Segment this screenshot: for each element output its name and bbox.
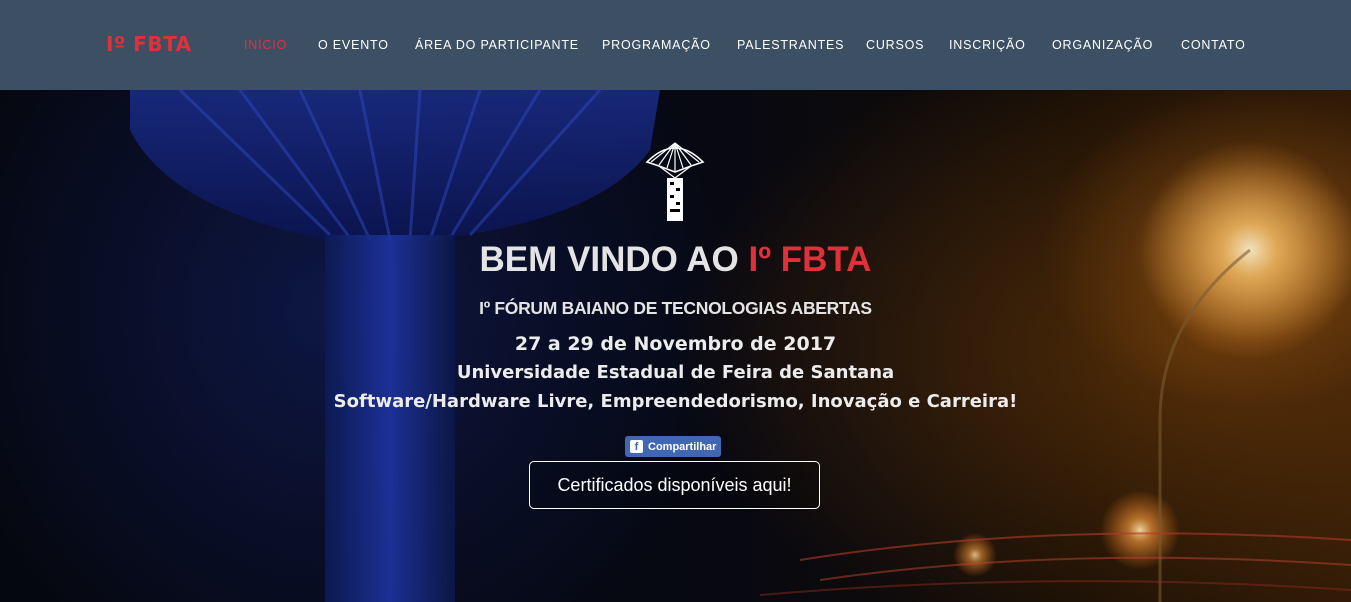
nav-item-contato[interactable]: CONTATO <box>1181 38 1246 52</box>
facebook-icon: f <box>630 440 643 453</box>
event-venue: Universidade Estadual de Feira de Santan… <box>456 362 895 383</box>
share-label: Compartilhar <box>648 440 717 453</box>
nav-item-organizacao[interactable]: ORGANIZAÇÃO <box>1052 38 1153 52</box>
nav-item-cursos[interactable]: CURSOS <box>866 38 924 52</box>
nav-item-inicio[interactable]: INÍCIO <box>244 38 287 52</box>
hero-title-accent: Iº FBTA <box>748 240 872 279</box>
nav-item-area-do-participante[interactable]: ÁREA DO PARTICIPANTE <box>415 38 579 52</box>
nav-item-o-evento[interactable]: O EVENTO <box>318 38 389 52</box>
nav-item-palestrantes[interactable]: PALESTRANTES <box>737 38 844 52</box>
hero-title: BEM VINDO AO Iº FBTA <box>0 240 1351 280</box>
water-tower-logo-icon <box>645 142 705 221</box>
facebook-share-button[interactable]: f Compartilhar <box>625 436 721 457</box>
hero-title-prefix: BEM VINDO AO <box>479 240 749 279</box>
certificates-button[interactable]: Certificados disponíveis aqui! <box>529 461 820 509</box>
event-dates: 27 a 29 de Novembro de 2017 <box>514 333 837 355</box>
hero-subtitle: Iº FÓRUM BAIANO DE TECNOLOGIAS ABERTAS <box>479 298 872 318</box>
hero-section: BEM VINDO AO Iº FBTA Iº FÓRUM BAIANO DE … <box>0 90 1351 602</box>
event-topics: Software/Hardware Livre, Empreendedorism… <box>333 391 1018 412</box>
nav-item-inscricao[interactable]: INSCRIÇÃO <box>949 38 1026 52</box>
nav-item-programacao[interactable]: PROGRAMAÇÃO <box>602 38 711 52</box>
main-nav: INÍCIO O EVENTO ÁREA DO PARTICIPANTE PRO… <box>0 38 1351 54</box>
navbar: Iº FBTA INÍCIO O EVENTO ÁREA DO PARTICIP… <box>0 0 1351 90</box>
